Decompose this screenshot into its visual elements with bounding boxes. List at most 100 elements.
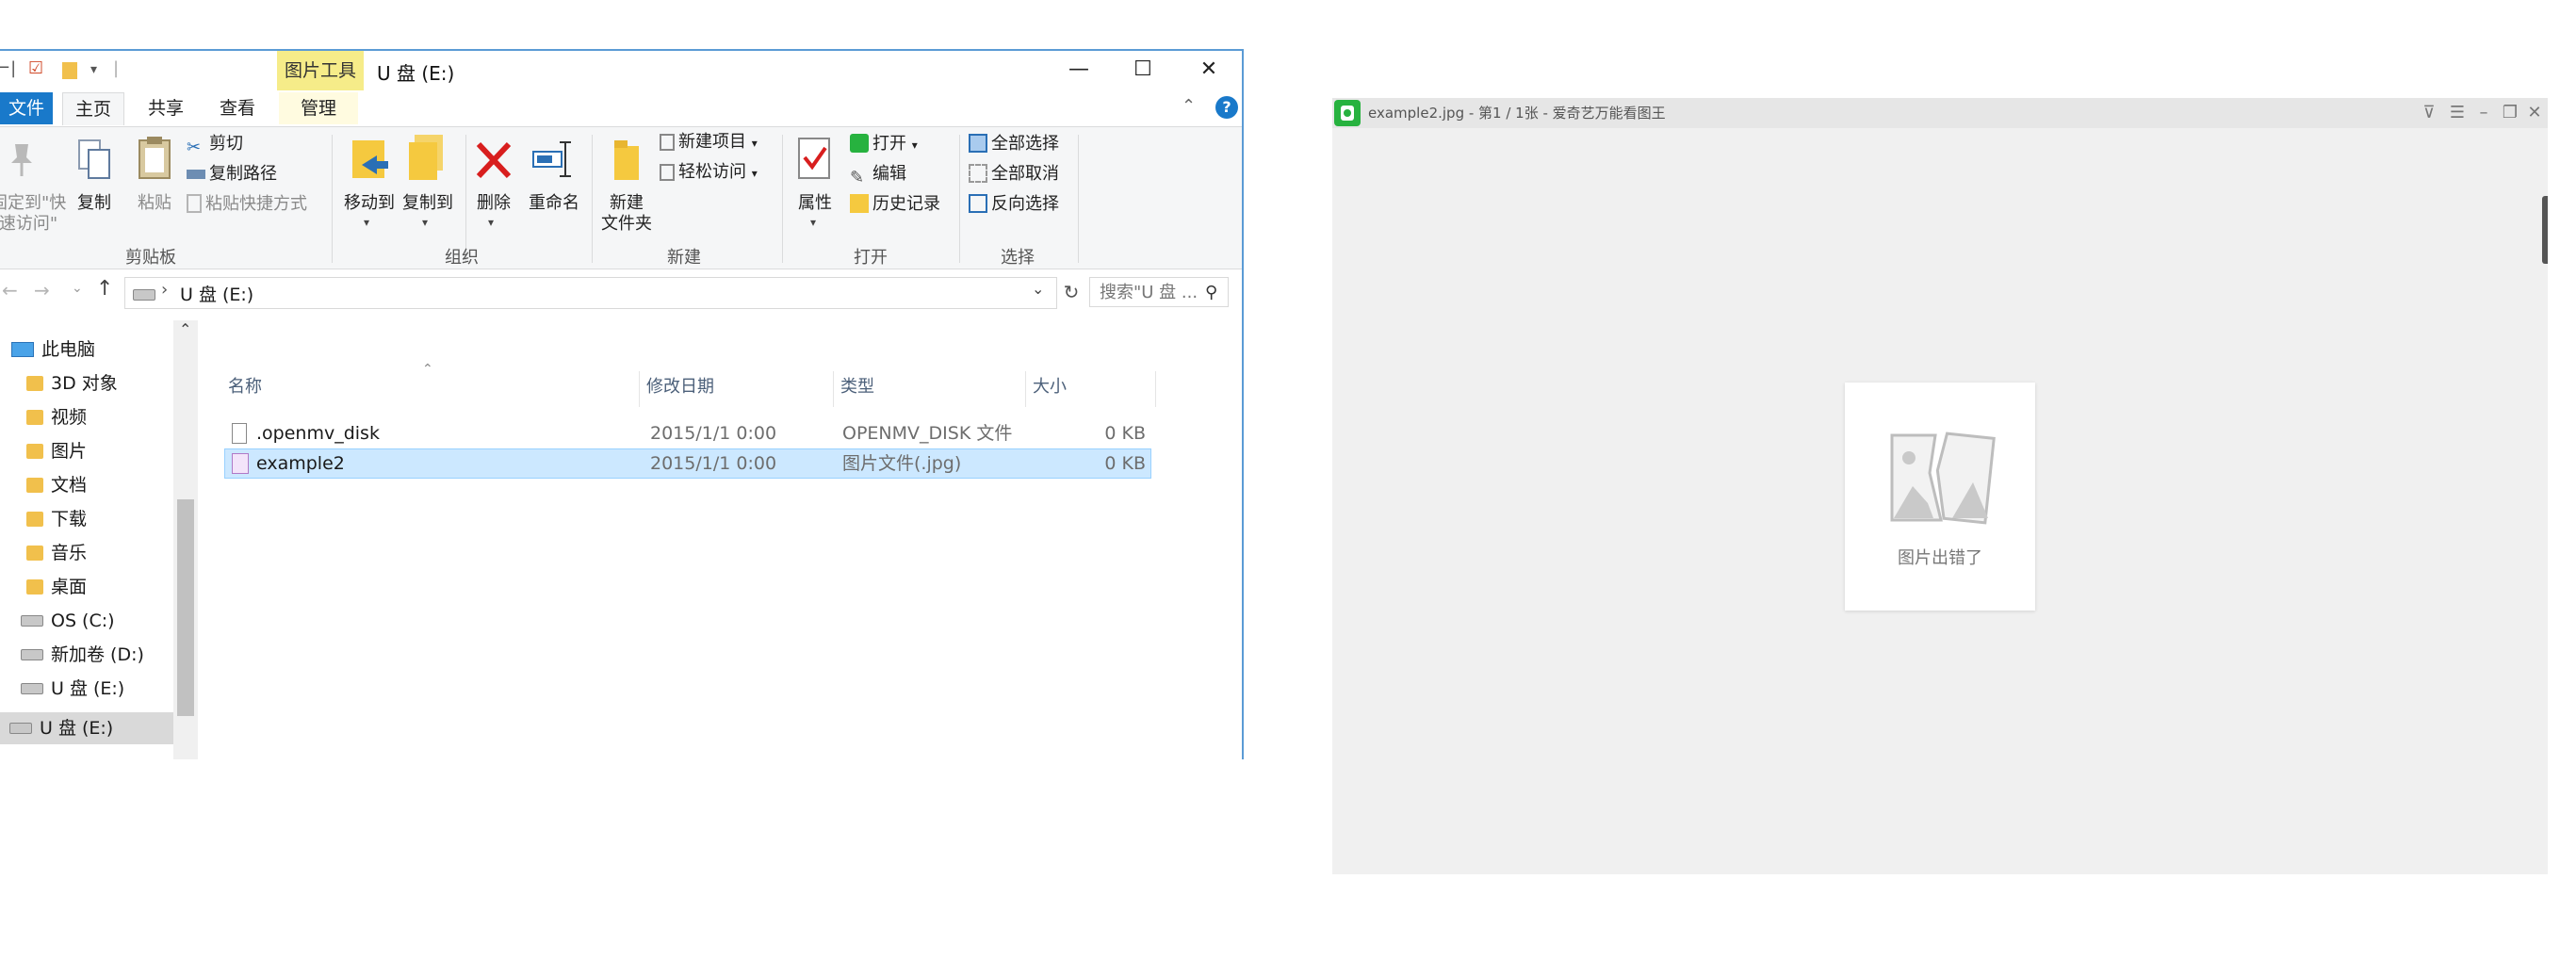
minimize-icon[interactable]: —: [1048, 51, 1110, 89]
column-divider[interactable]: [1155, 371, 1156, 407]
drive-icon: [21, 615, 43, 627]
copy-to-icon: [407, 133, 448, 182]
copy-to-button[interactable]: 复制到: [394, 193, 462, 214]
quick-access-toolbar-icon[interactable]: ⌐|: [0, 58, 16, 81]
forward-arrow-icon[interactable]: →: [34, 279, 50, 301]
easy-access-button[interactable]: 轻松访问 ▾: [660, 159, 758, 186]
search-input[interactable]: 搜索"U 盘 ... ⚲: [1089, 277, 1229, 307]
paste-shortcut-button[interactable]: 粘贴快捷方式: [187, 191, 307, 218]
up-arrow-icon[interactable]: ↑: [96, 277, 113, 301]
properties-button[interactable]: 属性: [791, 193, 839, 214]
restore-icon[interactable]: ❐: [2497, 98, 2523, 128]
scrollbar-thumb[interactable]: [177, 499, 194, 716]
nav-item-drive-e[interactable]: U 盘 (E:): [21, 673, 124, 705]
nav-item-videos[interactable]: 视频: [26, 401, 87, 433]
select-all-icon: [969, 134, 987, 153]
properties-quick-icon[interactable]: ☑: [28, 58, 43, 81]
column-header-date[interactable]: 修改日期: [641, 371, 833, 403]
nav-item-drive-c[interactable]: OS (C:): [21, 605, 115, 637]
address-bar[interactable]: › U 盘 (E:) ⌄: [124, 277, 1057, 309]
column-divider[interactable]: [1025, 371, 1026, 407]
copy-button[interactable]: 复制: [72, 193, 117, 214]
nav-item-music[interactable]: 音乐: [26, 537, 87, 569]
scroll-up-icon[interactable]: ⌃: [179, 320, 191, 338]
cut-button[interactable]: ✂ 剪切: [187, 131, 243, 157]
minimize-icon[interactable]: –: [2470, 98, 2497, 128]
nav-item-drive-d[interactable]: 新加卷 (D:): [21, 639, 144, 671]
history-button[interactable]: 历史记录: [850, 191, 940, 218]
nav-item-downloads[interactable]: 下载: [26, 503, 87, 535]
open-dropdown-icon: ▾: [911, 138, 918, 152]
file-row-selected[interactable]: example2 2015/1/1 0:00 图片文件(.jpg) 0 KB: [224, 448, 1151, 479]
tab-home[interactable]: 主页: [62, 92, 124, 125]
tab-file[interactable]: 文件: [0, 92, 53, 124]
nav-scrollbar[interactable]: ⌃: [173, 320, 198, 759]
nav-item-3d-objects[interactable]: 3D 对象: [26, 367, 118, 399]
column-divider[interactable]: [639, 371, 640, 407]
nav-item-desktop[interactable]: 桌面: [26, 571, 87, 603]
broken-image-icon: [1886, 428, 1996, 528]
new-item-icon: [660, 134, 675, 151]
side-panel-handle[interactable]: [2542, 196, 2548, 264]
help-icon[interactable]: ?: [1215, 96, 1238, 119]
ribbon-divider: [332, 135, 333, 263]
select-group-label: 选择: [1001, 248, 1035, 268]
ribbon: 固定到"快 速访问" 复制 粘贴 ✂剪切 复制路径 粘贴快捷方式 剪贴板 移动到…: [0, 126, 1242, 269]
breadcrumb-chevron-icon[interactable]: ›: [161, 280, 168, 300]
select-none-icon: [969, 164, 987, 183]
ribbon-divider: [782, 135, 783, 263]
tab-manage[interactable]: 管理: [279, 92, 358, 124]
breadcrumb[interactable]: U 盘 (E:): [180, 281, 253, 306]
new-folder-button[interactable]: 新建 文件夹: [594, 193, 660, 235]
maximize-icon[interactable]: ☐: [1112, 51, 1174, 89]
edit-button[interactable]: ✎ 编辑: [850, 161, 906, 187]
invert-selection-button[interactable]: 反向选择: [969, 191, 1059, 218]
rename-button[interactable]: 重命名: [524, 193, 584, 214]
folder-icon: [26, 410, 43, 425]
folder-icon: [26, 376, 43, 391]
pin-icon: [8, 140, 36, 178]
column-header-size[interactable]: 大小: [1027, 371, 1153, 403]
address-bar-row: ← → ⌄ ↑ › U 盘 (E:) ⌄ ↻ 搜索"U 盘 ... ⚲: [0, 269, 1242, 317]
pin-quick-access-button[interactable]: 固定到"快 速访问": [0, 193, 66, 235]
nav-item-pictures[interactable]: 图片: [26, 435, 87, 467]
close-icon[interactable]: ✕: [2521, 98, 2548, 128]
file-row[interactable]: .openmv_disk 2015/1/1 0:00 OPENMV_DISK 文…: [224, 418, 1151, 448]
copy-path-button[interactable]: 复制路径: [187, 161, 277, 187]
column-divider[interactable]: [833, 371, 834, 407]
refresh-icon[interactable]: ↻: [1059, 277, 1084, 307]
open-group-label: 打开: [854, 248, 888, 268]
tab-share[interactable]: 共享: [136, 92, 196, 124]
nav-item-documents[interactable]: 文档: [26, 469, 87, 501]
new-folder-icon: [611, 137, 643, 184]
tab-view[interactable]: 查看: [207, 92, 268, 124]
recent-locations-icon[interactable]: ⌄: [72, 281, 83, 296]
delete-button[interactable]: 删除: [471, 193, 516, 214]
skin-icon[interactable]: ⊽: [2416, 98, 2442, 128]
paste-icon: [138, 135, 171, 180]
open-app-icon: [850, 134, 869, 153]
nav-item-this-pc[interactable]: 此电脑: [11, 334, 95, 366]
image-file-icon: [232, 453, 249, 474]
address-dropdown-icon[interactable]: ⌄: [1032, 280, 1044, 298]
move-to-dropdown-icon: ▾: [364, 216, 370, 229]
file-icon: [232, 423, 247, 444]
image-error-card: 图片出错了: [1845, 383, 2035, 611]
menu-icon[interactable]: ☰: [2444, 98, 2470, 128]
delete-icon: [475, 140, 513, 180]
select-all-button[interactable]: 全部选择: [969, 131, 1059, 157]
nav-item-drive-e-root[interactable]: U 盘 (E:): [0, 712, 173, 744]
column-header-name[interactable]: 名称: [222, 371, 637, 403]
ribbon-divider: [592, 135, 593, 263]
new-item-button[interactable]: 新建项目 ▾: [660, 129, 758, 155]
easy-access-icon: [660, 164, 675, 181]
close-icon[interactable]: ✕: [1178, 51, 1240, 89]
new-folder-quick-icon[interactable]: [62, 62, 77, 79]
back-arrow-icon[interactable]: ←: [2, 279, 18, 301]
customize-qat-dropdown-icon[interactable]: ▾: [90, 62, 97, 85]
collapse-ribbon-icon[interactable]: ⌃: [1182, 96, 1196, 116]
open-button[interactable]: 打开 ▾: [850, 131, 918, 157]
column-header-type[interactable]: 类型: [835, 371, 1023, 403]
select-none-button[interactable]: 全部取消: [969, 161, 1059, 187]
paste-button[interactable]: 粘贴: [132, 193, 177, 214]
